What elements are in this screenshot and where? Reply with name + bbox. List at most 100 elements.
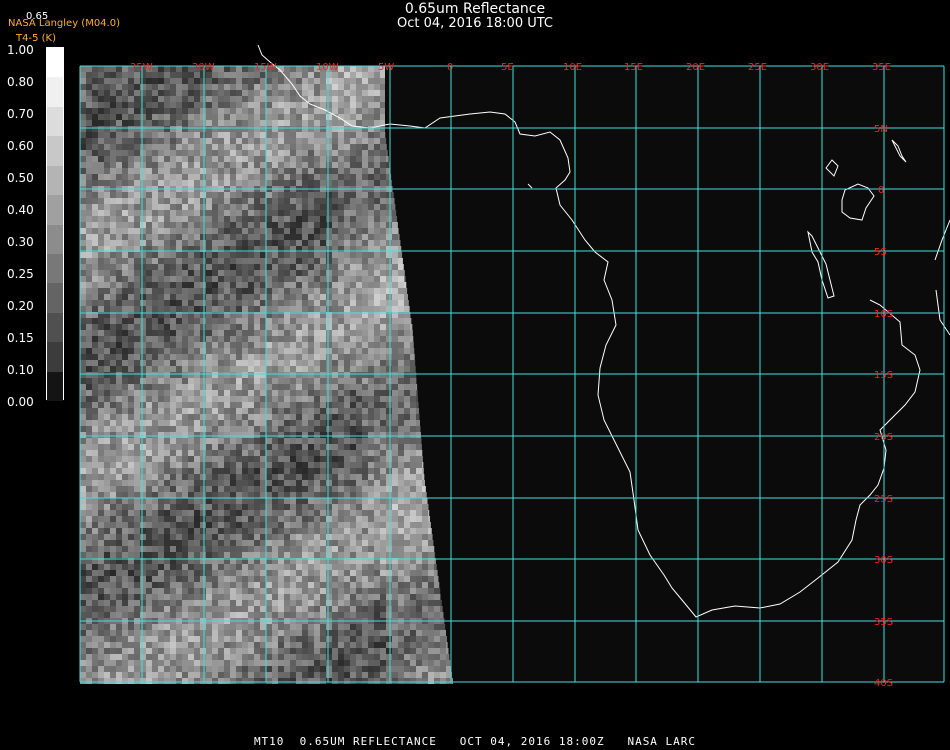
imagery-pixel [230,318,236,324]
imagery-pixel [200,582,206,588]
imagery-pixel [254,522,260,528]
imagery-pixel [146,204,152,210]
imagery-pixel [224,468,230,474]
imagery-pixel [128,180,134,186]
imagery-pixel [242,84,248,90]
imagery-pixel [260,588,266,594]
imagery-pixel [404,444,410,450]
imagery-pixel [176,582,182,588]
imagery-pixel [284,564,290,570]
imagery-pixel [254,138,260,144]
imagery-pixel [92,420,98,426]
imagery-pixel [200,174,206,180]
imagery-pixel [188,150,194,156]
imagery-pixel [92,576,98,582]
imagery-pixel [164,318,170,324]
imagery-pixel [170,330,176,336]
imagery-pixel [380,486,386,492]
imagery-pixel [242,144,248,150]
imagery-pixel [200,132,206,138]
imagery-pixel [200,480,206,486]
imagery-pixel [176,78,182,84]
imagery-pixel [122,108,128,114]
imagery-pixel [98,516,104,522]
imagery-pixel [302,390,308,396]
imagery-pixel [170,84,176,90]
imagery-pixel [344,66,350,72]
imagery-pixel [116,378,122,384]
imagery-pixel [296,276,302,282]
imagery-pixel [272,366,278,372]
imagery-pixel [230,264,236,270]
imagery-pixel [272,546,278,552]
imagery-pixel [296,222,302,228]
imagery-pixel [338,540,344,546]
imagery-pixel [368,204,374,210]
imagery-pixel [368,450,374,456]
imagery-pixel [344,420,350,426]
imagery-pixel [128,144,134,150]
imagery-pixel [200,126,206,132]
imagery-pixel [344,90,350,96]
imagery-pixel [164,132,170,138]
imagery-pixel [302,528,308,534]
imagery-pixel [260,270,266,276]
imagery-pixel [218,348,224,354]
imagery-pixel [92,582,98,588]
imagery-pixel [344,102,350,108]
imagery-pixel [302,552,308,558]
imagery-pixel [152,546,158,552]
imagery-pixel [92,108,98,114]
imagery-pixel [344,516,350,522]
imagery-pixel [182,372,188,378]
imagery-pixel [224,552,230,558]
imagery-pixel [146,336,152,342]
imagery-pixel [182,522,188,528]
imagery-pixel [434,576,439,582]
imagery-pixel [188,252,194,258]
imagery-pixel [254,378,260,384]
imagery-pixel [422,564,428,570]
imagery-pixel [398,270,404,276]
imagery-pixel [314,384,320,390]
imagery-pixel [416,390,418,396]
imagery-pixel [392,306,398,312]
imagery-pixel [272,384,278,390]
imagery-pixel [368,150,374,156]
imagery-pixel [362,384,368,390]
imagery-pixel [176,282,182,288]
imagery-pixel [230,498,236,504]
imagery-pixel [134,546,140,552]
imagery-pixel [374,426,380,432]
imagery-pixel [278,366,284,372]
imagery-pixel [266,474,272,480]
imagery-pixel [266,156,272,162]
imagery-pixel [344,390,350,396]
imagery-pixel [98,264,104,270]
imagery-pixel [242,324,248,330]
imagery-pixel [314,414,320,420]
imagery-pixel [266,288,272,294]
imagery-pixel [416,444,422,450]
imagery-pixel [260,180,266,186]
imagery-pixel [182,366,188,372]
imagery-pixel [338,258,344,264]
imagery-pixel [200,570,206,576]
imagery-pixel [206,324,212,330]
imagery-pixel [194,528,200,534]
imagery-pixel [410,570,416,576]
imagery-pixel [326,144,332,150]
imagery-pixel [272,468,278,474]
imagery-pixel [212,384,218,390]
imagery-pixel [80,66,86,72]
imagery-pixel [356,534,362,540]
imagery-pixel [410,354,415,360]
imagery-pixel [104,366,110,372]
imagery-pixel [224,504,230,510]
imagery-pixel [380,96,385,102]
imagery-pixel [176,258,182,264]
imagery-pixel [272,390,278,396]
imagery-pixel [314,402,320,408]
imagery-pixel [164,360,170,366]
imagery-pixel [272,222,278,228]
